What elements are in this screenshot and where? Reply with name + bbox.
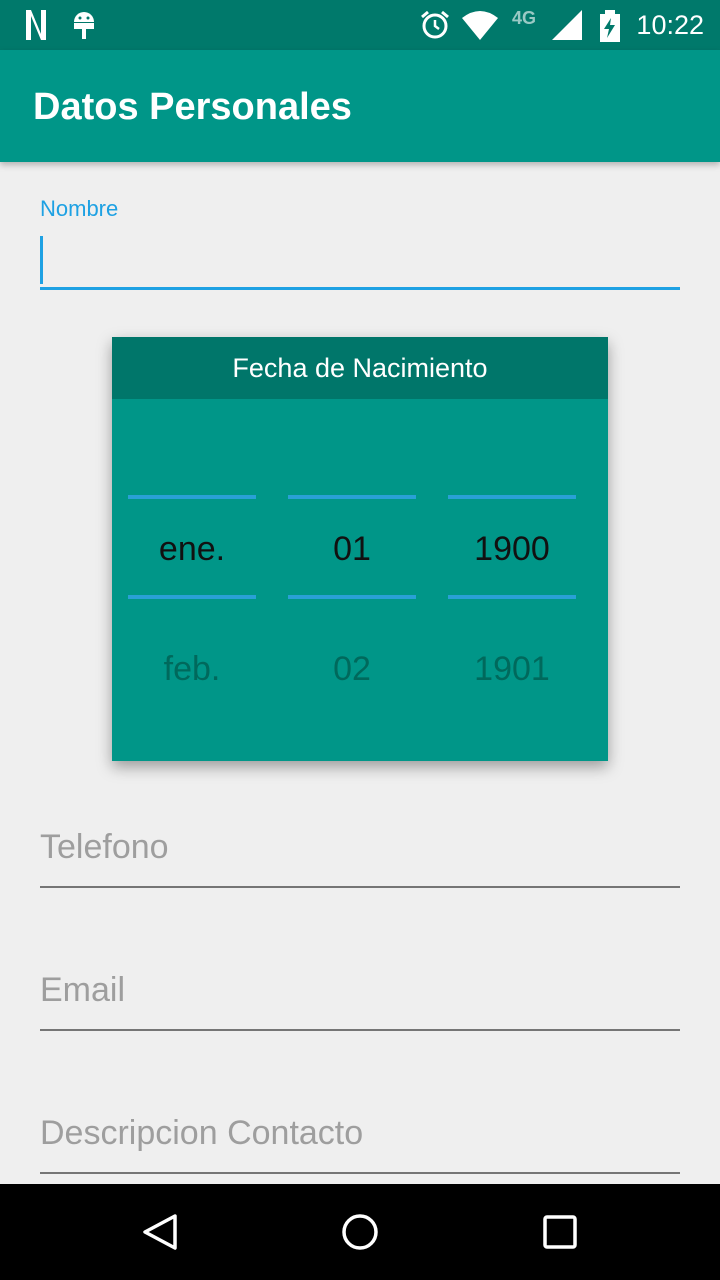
name-field[interactable] <box>40 230 680 290</box>
day-spinner[interactable]: 01 02 <box>288 399 416 761</box>
app-bar: Datos Personales <box>0 50 720 162</box>
day-selected[interactable]: 01 <box>288 530 416 569</box>
year-selected[interactable]: 1900 <box>448 530 576 569</box>
year-next[interactable]: 1901 <box>448 650 576 689</box>
selection-divider <box>288 595 416 599</box>
year-spinner[interactable]: 1900 1901 <box>448 399 576 761</box>
month-selected[interactable]: ene. <box>128 530 256 569</box>
phone-placeholder: Telefono <box>40 828 169 866</box>
description-field[interactable]: Descripcion Contacto <box>40 1114 680 1174</box>
month-spinner[interactable]: ene. feb. <box>128 399 256 761</box>
status-time: 10:22 <box>636 10 704 40</box>
android-icon <box>74 12 94 39</box>
network-type-label: 4G <box>512 8 537 28</box>
picker-header: Fecha de Nacimiento <box>112 337 608 399</box>
status-bar: 4G 10:22 <box>0 0 720 50</box>
selection-divider <box>128 495 256 499</box>
picker-title: Fecha de Nacimiento <box>232 353 488 383</box>
selection-divider <box>128 595 256 599</box>
home-icon[interactable] <box>340 1212 380 1252</box>
navigation-bar <box>0 1184 720 1280</box>
description-placeholder: Descripcion Contacto <box>40 1114 364 1152</box>
day-next[interactable]: 02 <box>288 650 416 689</box>
selection-divider <box>448 495 576 499</box>
page-title: Datos Personales <box>33 86 352 128</box>
selection-divider <box>288 495 416 499</box>
birth-date-picker: Fecha de Nacimiento ene. feb. 01 02 1900… <box>112 337 608 761</box>
text-caret <box>40 236 43 284</box>
battery-charging-icon <box>600 10 620 42</box>
email-placeholder: Email <box>40 971 126 1009</box>
phone-field[interactable]: Telefono <box>40 828 680 888</box>
name-label: Nombre <box>40 196 119 221</box>
month-next[interactable]: feb. <box>128 650 256 689</box>
recents-icon[interactable] <box>540 1212 580 1252</box>
back-icon[interactable] <box>140 1212 180 1252</box>
selection-divider <box>448 595 576 599</box>
wifi-icon <box>462 11 498 40</box>
alarm-icon <box>421 10 449 39</box>
netflix-icon <box>26 10 46 40</box>
signal-icon <box>552 10 582 40</box>
email-field[interactable]: Email <box>40 971 680 1031</box>
